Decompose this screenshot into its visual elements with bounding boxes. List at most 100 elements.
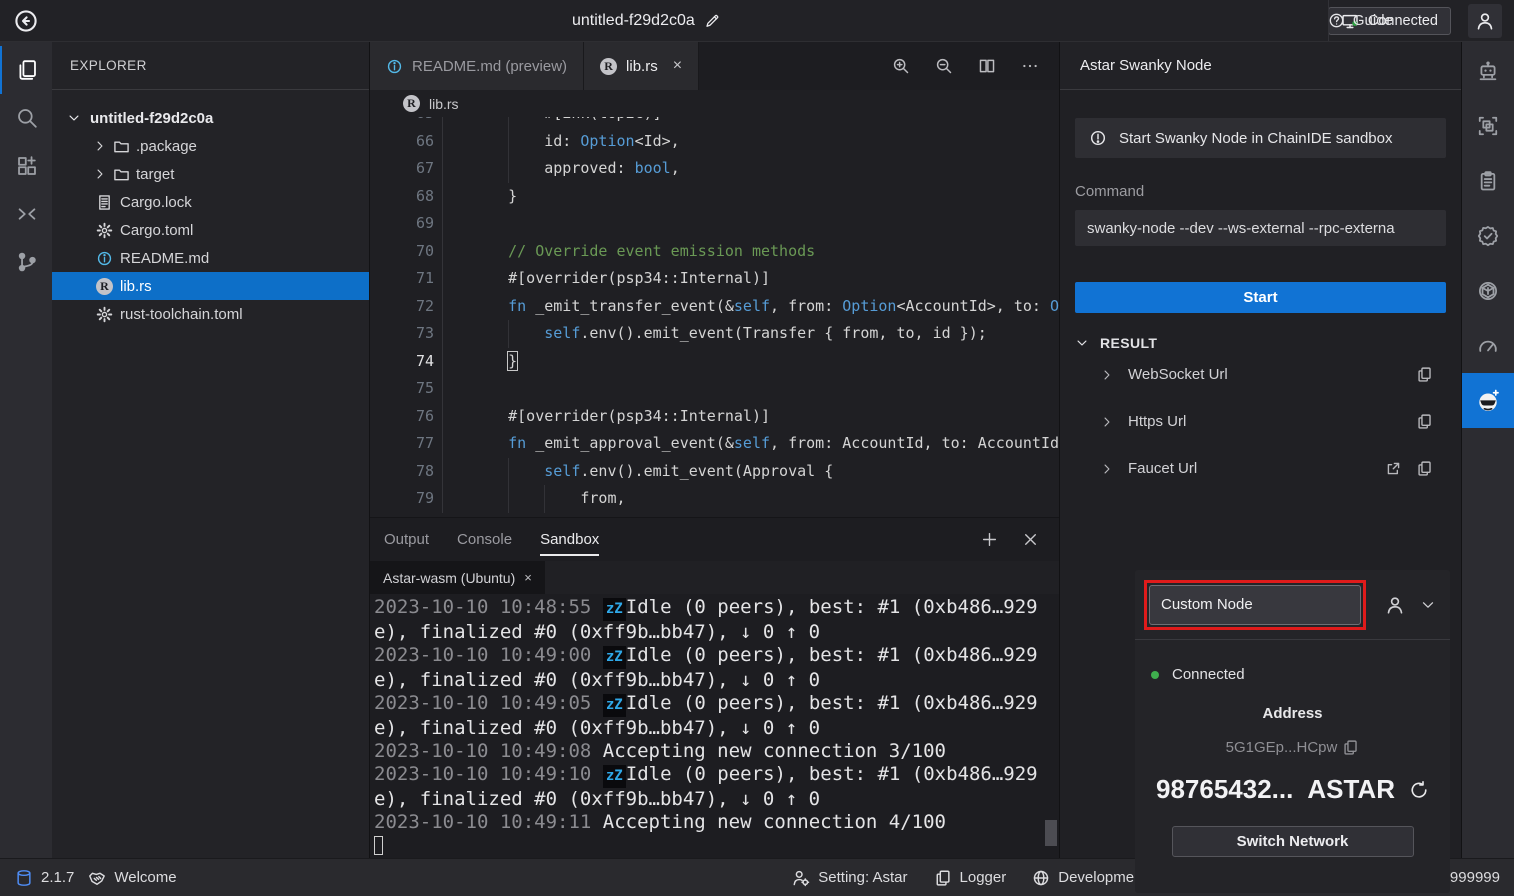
pencil-icon[interactable] (704, 13, 720, 29)
activity-item-swanky[interactable] (1462, 373, 1514, 428)
line-number: 69 (370, 210, 434, 238)
refresh-icon[interactable] (1409, 780, 1429, 800)
activity-item-robot[interactable] (1462, 43, 1514, 98)
status-item-setting-astar[interactable]: Setting: Astar (792, 869, 907, 887)
editor-tab-lib-rs[interactable]: Rlib.rs× (584, 42, 699, 90)
external-icon[interactable] (1385, 460, 1402, 477)
code-editor[interactable]: 65 #[ink(topic)]66 id: Option<Id>,67 app… (370, 117, 1059, 517)
result-row-websocket-url[interactable]: WebSocket Url (1075, 351, 1446, 398)
panel-tab-output[interactable]: Output (384, 518, 429, 561)
status-item-2-1-7[interactable]: 2.1.7 (15, 869, 74, 887)
tree-item-label: README.md (120, 250, 209, 267)
tree-root[interactable]: untitled-f29d2c0a (52, 104, 369, 132)
zoom-out-icon[interactable] (935, 57, 953, 75)
code-token: self (734, 434, 770, 452)
back-button[interactable] (10, 5, 42, 37)
guide-link[interactable]: Guide (1328, 0, 1329, 41)
activity-item-clipboard[interactable] (1462, 153, 1514, 208)
explorer-sidebar: EXPLORER untitled-f29d2c0a.packagetarget… (52, 42, 370, 858)
code-token: } (472, 187, 517, 205)
tab-label: README.md (preview) (412, 58, 567, 75)
account-icon[interactable] (1385, 595, 1405, 615)
line-number: 68 (370, 183, 434, 211)
editor-tab-readme-md-preview-[interactable]: README.md (preview) (370, 42, 584, 90)
copy-icon[interactable] (1416, 366, 1433, 383)
gear-icon (96, 222, 113, 239)
node-select[interactable]: Custom Node (1149, 585, 1361, 625)
code-token: Option (842, 297, 896, 315)
sleep-icon: zZ (603, 646, 626, 669)
session-tab[interactable]: Astar-wasm (Ubuntu) × (370, 561, 545, 594)
code-line: 70 // Override event emission methods (370, 238, 1059, 266)
activity-item-badge-check[interactable] (1462, 208, 1514, 263)
tree-item--package[interactable]: .package (52, 132, 369, 160)
info-icon (386, 58, 403, 75)
result-row-faucet-url[interactable]: Faucet Url (1075, 445, 1446, 492)
new-terminal-icon[interactable] (981, 531, 998, 548)
line-number: 70 (370, 238, 434, 266)
status-item-welcome[interactable]: Welcome (88, 869, 176, 887)
line-number: 65 (370, 117, 434, 128)
status-item-logger[interactable]: Logger (934, 869, 1007, 887)
status-dot (1151, 671, 1159, 679)
person-icon (1475, 11, 1495, 31)
result-section-header[interactable]: RESULT (1075, 335, 1446, 351)
line-number: 73 (370, 320, 434, 348)
panel-tab-console[interactable]: Console (457, 518, 512, 561)
tree-item-target[interactable]: target (52, 160, 369, 188)
close-icon[interactable]: × (673, 57, 682, 75)
command-input[interactable]: swanky-node --dev --ws-external --rpc-ex… (1075, 210, 1446, 246)
panel-tab-sandbox[interactable]: Sandbox (540, 518, 599, 561)
code-token: <AccountId>, to: (896, 297, 1050, 315)
activity-item-files[interactable] (0, 46, 52, 94)
status-item-development[interactable]: Development (1032, 869, 1146, 887)
close-panel-icon[interactable] (1022, 531, 1039, 548)
code-text: // Override event emission methods (442, 238, 1059, 266)
tree-item-rust-toolchain-toml[interactable]: rust-toolchain.toml (52, 300, 369, 328)
session-tabbar: Astar-wasm (Ubuntu) × (370, 561, 1059, 594)
close-session-icon[interactable]: × (524, 570, 532, 585)
result-row-https-url[interactable]: Https Url (1075, 398, 1446, 445)
activity-item-search[interactable] (0, 94, 52, 142)
activity-item-scan[interactable] (1462, 98, 1514, 153)
code-line: 68 } (370, 183, 1059, 211)
copy-icon[interactable] (1416, 413, 1433, 430)
panel-body: Start Swanky Node in ChainIDE sandbox Co… (1060, 90, 1461, 858)
chevron-right-icon (1100, 415, 1114, 429)
copy-icon[interactable] (1416, 460, 1433, 477)
split-editor-icon[interactable] (978, 57, 996, 75)
avatar[interactable] (1468, 4, 1502, 38)
chevron-right-icon (1100, 462, 1114, 476)
code-line: 65 #[ink(topic)] (370, 117, 1059, 128)
terminal-output[interactable]: 2023-10-10 10:48:55 zZIdle (0 peers), be… (370, 594, 1059, 858)
start-button[interactable]: Start (1075, 282, 1446, 313)
status-item-label: Setting: Astar (818, 869, 907, 886)
topbar: untitled-f29d2c0a Guide Connected (0, 0, 1514, 42)
tree-item-readme-md[interactable]: README.md (52, 244, 369, 272)
text-cursor: } (508, 352, 517, 370)
zoom-in-icon[interactable] (892, 57, 910, 75)
tree-item-lib-rs[interactable]: Rlib.rs (52, 272, 369, 300)
activity-item-collapse[interactable] (0, 190, 52, 238)
breadcrumb[interactable]: R lib.rs (370, 90, 1059, 117)
activity-item-gauge[interactable] (1462, 318, 1514, 373)
database-icon (15, 869, 33, 887)
balance-row: 98765432... ASTAR (1135, 774, 1450, 805)
tree-item-cargo-lock[interactable]: Cargo.lock (52, 188, 369, 216)
wallet-card: Custom Node Connected Address 5G1GEp...H… (1135, 570, 1450, 893)
tab-label: lib.rs (626, 58, 658, 75)
scrollbar-thumb[interactable] (1045, 820, 1057, 846)
switch-network-button[interactable]: Switch Network (1172, 826, 1414, 857)
openai-icon (1477, 280, 1499, 302)
tree-item-cargo-toml[interactable]: Cargo.toml (52, 216, 369, 244)
tree-item-label: rust-toolchain.toml (120, 306, 243, 323)
code-token: #[overrider(psp34::Internal)] (472, 269, 770, 287)
activity-item-git-branch[interactable] (0, 238, 52, 286)
activity-item-openai[interactable] (1462, 263, 1514, 318)
chevron-down-icon[interactable] (1420, 597, 1436, 613)
more-actions-icon[interactable] (1021, 57, 1039, 75)
robot-icon (1477, 60, 1499, 82)
activity-item-grid-plus[interactable] (0, 142, 52, 190)
code-token: <Id>, (635, 132, 680, 150)
copy-icon[interactable] (1342, 739, 1359, 756)
